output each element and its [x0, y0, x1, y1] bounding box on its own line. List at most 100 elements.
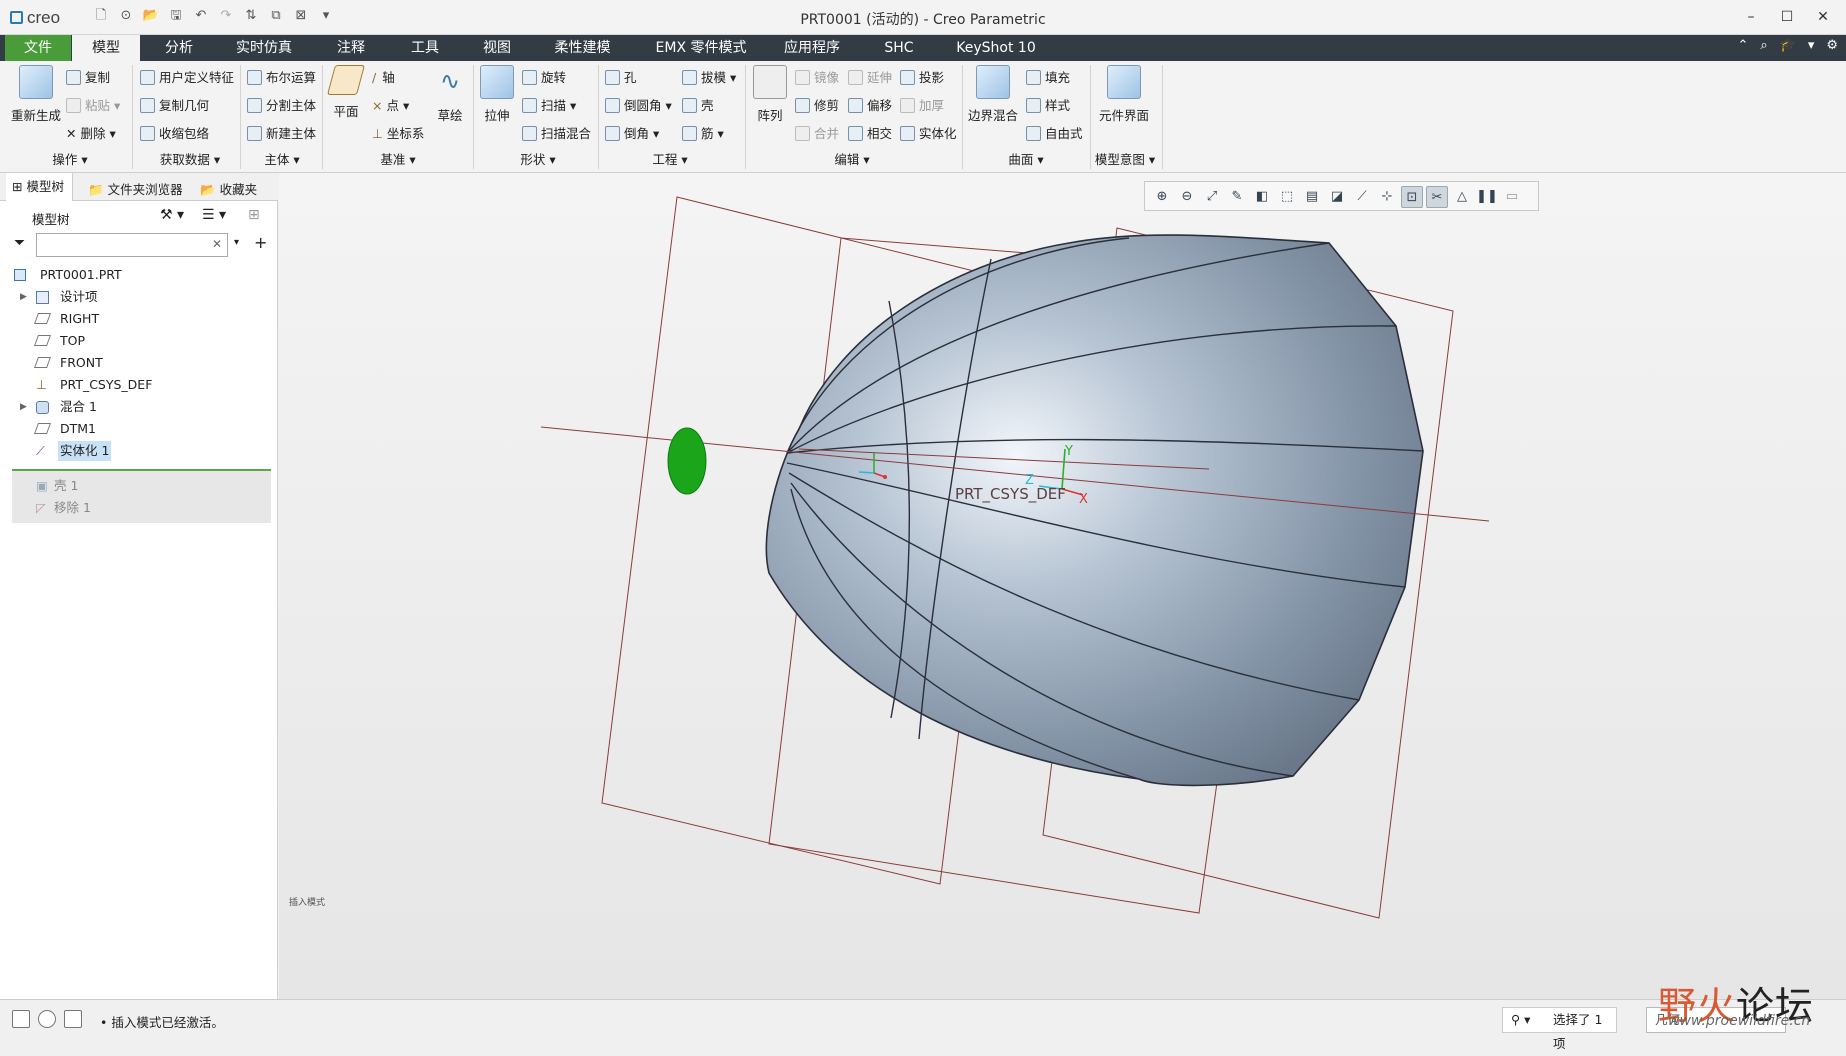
thicken-button[interactable]: 加厚 [900, 95, 944, 114]
fullscreen-icon[interactable] [64, 1010, 82, 1028]
maximize-button[interactable]: ☐ [1774, 4, 1800, 30]
new-file-icon[interactable]: 🗋 [92, 7, 110, 25]
selection-status[interactable]: ⚲ ▾ 选择了 1 项 [1502, 1007, 1617, 1051]
round-button[interactable]: 倒圆角 ▾ [605, 95, 672, 114]
style-button[interactable]: 样式 [1026, 95, 1070, 114]
merge-button[interactable]: 合并 [795, 123, 839, 142]
udf-button[interactable]: 用户定义特征 [140, 67, 234, 86]
delete-button[interactable]: ✕ 删除 ▾ [66, 123, 116, 142]
group-engineering[interactable]: 工程 ▾ [605, 149, 735, 168]
group-editing[interactable]: 编辑 ▾ [752, 149, 952, 168]
windows-icon[interactable]: ⧉ [267, 7, 285, 25]
copy-button[interactable]: 复制 [66, 67, 110, 86]
tree-item-right[interactable]: RIGHT [0, 309, 278, 329]
tab-analysis[interactable]: 分析 [150, 35, 208, 61]
axis-button[interactable]: / 轴 [372, 67, 395, 86]
tree-item-dtm1[interactable]: DTM1 [0, 419, 278, 439]
csys-button[interactable]: ⊥ 坐标系 [372, 123, 424, 142]
graphics-area[interactable]: ⊕ ⊖ ⤢ ✎ ◧ ⬚ ▤ ◪ ⟋ ⊹ ⊡ ✂ △ ❚❚ ▭ Y X Z PRT… [279, 173, 1846, 999]
add-filter-icon[interactable]: + [254, 233, 267, 252]
model-viewport[interactable]: Y X Z PRT_CSYS_DEF [279, 173, 1846, 999]
tab-applications[interactable]: 应用程序 [776, 35, 848, 61]
group-body[interactable]: 主体 ▾ [247, 149, 317, 168]
search-dropdown-icon[interactable]: ▾ [234, 237, 239, 248]
tab-emx[interactable]: EMX 零件模式 [645, 35, 757, 61]
close-window-small-icon[interactable]: ⊠ [292, 7, 310, 25]
component-interface-button[interactable]: 元件界面 [1096, 65, 1152, 124]
solidify-button[interactable]: 实体化 [900, 123, 957, 142]
tree-settings-icon[interactable]: ⚒ ▾ [160, 207, 184, 223]
freestyle-button[interactable]: 自由式 [1026, 123, 1083, 142]
tree-item-blend[interactable]: ▶ 混合 1 [0, 397, 278, 417]
shell-button[interactable]: 壳 [682, 95, 714, 114]
offset-button[interactable]: 偏移 [848, 95, 892, 114]
clear-search-icon[interactable]: ✕ [212, 237, 222, 251]
search-icon[interactable]: ⌕ [1760, 38, 1767, 53]
hole-button[interactable]: 孔 [605, 67, 637, 86]
save-icon[interactable]: 🖫 [167, 7, 185, 25]
find-icon[interactable]: ⚲ ▾ [1511, 1008, 1530, 1032]
pattern-button[interactable]: 阵列 [752, 65, 788, 124]
fill-button[interactable]: 填充 [1026, 67, 1070, 86]
tree-item-shell[interactable]: ▣ 壳 1 [12, 476, 290, 496]
regenerate-button[interactable]: 重新生成 [8, 65, 64, 124]
expand-icon[interactable]: ▶ [20, 397, 27, 417]
point-button[interactable]: × 点 ▾ [372, 95, 409, 114]
settings-icon[interactable]: ⚙ [1826, 38, 1838, 53]
sweep-button[interactable]: 扫描 ▾ [522, 95, 576, 114]
sketch-button[interactable]: ∿ 草绘 [432, 65, 468, 124]
tab-keyshot[interactable]: KeyShot 10 [950, 35, 1042, 61]
group-datum[interactable]: 基准 ▾ [328, 149, 468, 168]
tab-model-tree[interactable]: ⊞ 模型树 [6, 173, 73, 201]
browser-toggle-icon[interactable] [38, 1010, 56, 1028]
intersect-button[interactable]: 相交 [848, 123, 892, 142]
group-model-intent[interactable]: 模型意图 ▾ [1090, 149, 1160, 168]
boundary-blend-button[interactable]: 边界混合 [966, 65, 1020, 124]
tab-tools[interactable]: 工具 [396, 35, 454, 61]
revolve-button[interactable]: 旋转 [522, 67, 566, 86]
tree-item-csys[interactable]: ⊥ PRT_CSYS_DEF [0, 375, 278, 395]
tree-item-design-items[interactable]: ▶ 设计项 [0, 287, 278, 307]
expand-icon[interactable]: ▶ [20, 287, 27, 307]
paste-button[interactable]: 粘贴 ▾ [66, 95, 120, 114]
redo-icon[interactable]: ↷ [217, 7, 235, 25]
group-surfaces[interactable]: 曲面 ▾ [966, 149, 1086, 168]
tree-filter-options-icon[interactable]: ⊞ [248, 207, 260, 223]
tree-item-remove[interactable]: ◸ 移除 1 [12, 498, 290, 518]
tab-live-simulation[interactable]: 实时仿真 [224, 35, 304, 61]
green-section-ellipse[interactable] [667, 427, 707, 495]
navigator-toggle-icon[interactable] [12, 1010, 30, 1028]
close-button[interactable]: ✕ [1810, 4, 1836, 30]
group-shapes[interactable]: 形状 ▾ [478, 149, 598, 168]
help-icon[interactable]: 🎓 [1780, 38, 1796, 53]
shrinkwrap-button[interactable]: 收缩包络 [140, 123, 209, 142]
mirror-button[interactable]: 镜像 [795, 67, 839, 86]
project-button[interactable]: 投影 [900, 67, 944, 86]
minimize-button[interactable]: – [1738, 4, 1764, 30]
new-body-button[interactable]: 新建主体 [247, 123, 316, 142]
customize-qat-icon[interactable]: ▾ [317, 7, 335, 25]
draft-button[interactable]: 拔模 ▾ [682, 67, 736, 86]
trim-button[interactable]: 修剪 [795, 95, 839, 114]
tree-item-solidify[interactable]: ⟋ 实体化 1 [0, 441, 278, 461]
split-body-button[interactable]: 分割主体 [247, 95, 316, 114]
folder-icon[interactable]: 📂 [142, 7, 160, 25]
undo-icon[interactable]: ↶ [192, 7, 210, 25]
collapse-ribbon-icon[interactable]: ⌃ [1737, 38, 1748, 53]
tab-folder-browser[interactable]: 📁 文件夹浏览器 [88, 179, 183, 198]
extend-button[interactable]: 延伸 [848, 67, 892, 86]
filter-icon[interactable]: ⏷ [14, 235, 25, 251]
plane-button[interactable]: 平面 [326, 65, 366, 120]
model-tree-search-input[interactable] [36, 233, 228, 257]
tree-item-top[interactable]: TOP [0, 331, 278, 351]
regenerate-small-icon[interactable]: ⇅ [242, 7, 260, 25]
swept-blend-button[interactable]: 扫描混合 [522, 123, 591, 142]
tab-view[interactable]: 视图 [468, 35, 526, 61]
dropdown-icon[interactable]: ▾ [1808, 38, 1815, 53]
tree-columns-icon[interactable]: ☰ ▾ [202, 207, 226, 223]
blend-solid-body[interactable] [765, 234, 1424, 787]
tab-shc[interactable]: SHC [870, 35, 928, 61]
tab-annotate[interactable]: 注释 [322, 35, 380, 61]
copy-geometry-button[interactable]: 复制几何 [140, 95, 209, 114]
tree-item-front[interactable]: FRONT [0, 353, 278, 373]
